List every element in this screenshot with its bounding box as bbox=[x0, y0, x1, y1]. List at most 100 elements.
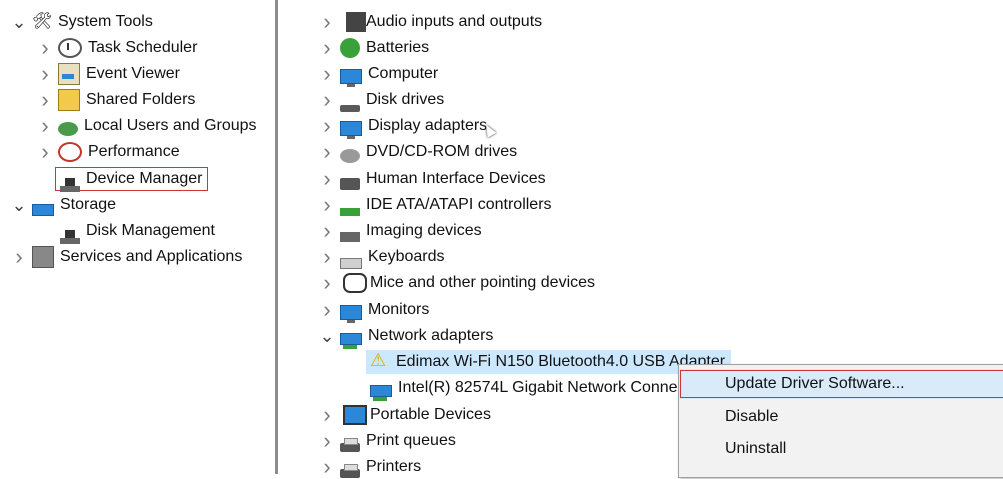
tree-item-storage[interactable]: Storage bbox=[10, 193, 116, 217]
tree-item-shared-folders[interactable]: Shared Folders bbox=[36, 88, 195, 112]
monitor-icon bbox=[340, 304, 362, 323]
device-category-printers[interactable]: Printers bbox=[318, 455, 421, 479]
services-icon bbox=[32, 246, 54, 268]
collapse-chevron-icon[interactable] bbox=[318, 10, 336, 34]
context-menu: Update Driver Software... Disable Uninst… bbox=[678, 364, 1003, 478]
device-category-label: IDE ATA/ATAPI controllers bbox=[366, 196, 552, 213]
tree-item-device-manager[interactable]: Device Manager bbox=[55, 167, 208, 192]
imaging-icon bbox=[340, 232, 360, 242]
device-intel-adapter[interactable]: Intel(R) 82574L Gigabit Network Connecti… bbox=[366, 376, 712, 401]
tools-icon bbox=[32, 11, 52, 32]
performance-icon bbox=[58, 142, 82, 162]
device-category-audio[interactable]: Audio inputs and outputs bbox=[318, 10, 542, 34]
collapse-chevron-icon[interactable] bbox=[318, 36, 336, 60]
audio-icon bbox=[346, 12, 366, 32]
device-category-display-adapters[interactable]: Display adapters bbox=[318, 114, 487, 139]
collapse-chevron-icon[interactable] bbox=[318, 88, 336, 112]
device-category-keyboards[interactable]: Keyboards bbox=[318, 245, 445, 269]
device-category-monitors[interactable]: Monitors bbox=[318, 298, 429, 323]
device-category-label: Print queues bbox=[366, 432, 456, 449]
collapse-chevron-icon[interactable] bbox=[36, 62, 54, 86]
update-driver-software-menu-item[interactable]: Update Driver Software... bbox=[679, 369, 1003, 399]
collapse-chevron-icon[interactable] bbox=[318, 403, 336, 427]
tree-item-system-tools[interactable]: System Tools bbox=[10, 10, 153, 34]
event-viewer-icon bbox=[58, 63, 80, 85]
tree-item-label: Task Scheduler bbox=[88, 39, 198, 56]
keyboard-icon bbox=[340, 257, 362, 269]
device-category-label: Mice and other pointing devices bbox=[370, 274, 596, 291]
device-category-label: Disk drives bbox=[366, 91, 445, 108]
collapse-chevron-icon[interactable] bbox=[318, 62, 336, 86]
tree-item-disk-management[interactable]: Disk Management bbox=[56, 219, 215, 244]
dvd-icon bbox=[340, 149, 360, 163]
device-category-label: Imaging devices bbox=[366, 222, 482, 239]
collapse-chevron-icon[interactable] bbox=[36, 140, 54, 164]
tree-item-local-users[interactable]: Local Users and Groups bbox=[36, 114, 257, 138]
clock-icon bbox=[58, 38, 82, 58]
collapse-chevron-icon[interactable] bbox=[318, 298, 336, 322]
network-icon bbox=[340, 333, 362, 349]
printer-icon bbox=[340, 463, 360, 478]
device-edimax-adapter[interactable]: Edimax Wi-Fi N150 Bluetooth4.0 USB Adapt… bbox=[366, 350, 732, 374]
collapse-chevron-icon[interactable] bbox=[10, 245, 28, 269]
collapse-chevron-icon[interactable] bbox=[318, 271, 336, 295]
expand-chevron-icon[interactable] bbox=[10, 193, 28, 217]
computer-icon bbox=[340, 68, 362, 87]
menu-item-label: Disable bbox=[725, 408, 779, 425]
hid-icon bbox=[340, 178, 360, 190]
tree-item-label: Performance bbox=[88, 143, 180, 160]
tree-item-event-viewer[interactable]: Event Viewer bbox=[36, 62, 180, 86]
expand-chevron-icon[interactable] bbox=[10, 10, 28, 34]
tree-item-label: Services and Applications bbox=[60, 248, 243, 265]
device-category-imaging[interactable]: Imaging devices bbox=[318, 219, 482, 243]
display-adapter-icon bbox=[340, 120, 362, 139]
device-category-hid[interactable]: Human Interface Devices bbox=[318, 167, 546, 191]
printer-icon bbox=[340, 437, 360, 452]
storage-icon bbox=[32, 204, 54, 216]
expand-chevron-icon[interactable] bbox=[318, 324, 336, 348]
device-category-label: Audio inputs and outputs bbox=[366, 13, 543, 30]
collapse-chevron-icon[interactable] bbox=[318, 219, 336, 243]
uninstall-menu-item[interactable]: Uninstall bbox=[679, 434, 1003, 464]
collapse-chevron-icon[interactable] bbox=[318, 114, 336, 138]
portable-device-icon bbox=[343, 405, 367, 425]
tree-item-label: Storage bbox=[60, 196, 117, 213]
menu-item-label: Update Driver Software... bbox=[725, 375, 905, 392]
collapse-chevron-icon[interactable] bbox=[318, 140, 336, 164]
network-icon bbox=[370, 385, 392, 401]
battery-icon bbox=[340, 38, 360, 58]
collapse-chevron-icon[interactable] bbox=[36, 88, 54, 112]
device-label: Edimax Wi-Fi N150 Bluetooth4.0 USB Adapt… bbox=[396, 353, 726, 370]
mouse-icon bbox=[343, 273, 367, 293]
device-category-dvd[interactable]: DVD/CD-ROM drives bbox=[318, 140, 517, 164]
collapse-chevron-icon[interactable] bbox=[318, 455, 336, 479]
collapse-chevron-icon[interactable] bbox=[36, 114, 54, 138]
tree-item-services-applications[interactable]: Services and Applications bbox=[10, 245, 242, 269]
tree-item-label: Disk Management bbox=[86, 222, 215, 239]
collapse-chevron-icon[interactable] bbox=[36, 36, 54, 60]
device-category-print-queues[interactable]: Print queues bbox=[318, 429, 456, 453]
device-category-mice[interactable]: Mice and other pointing devices bbox=[318, 271, 595, 295]
warning-network-icon bbox=[370, 350, 390, 372]
disable-menu-item[interactable]: Disable bbox=[679, 402, 1003, 432]
users-icon bbox=[58, 122, 78, 136]
device-category-label: Printers bbox=[366, 458, 422, 475]
collapse-chevron-icon[interactable] bbox=[318, 193, 336, 217]
collapse-chevron-icon[interactable] bbox=[318, 429, 336, 453]
tree-item-task-scheduler[interactable]: Task Scheduler bbox=[36, 36, 197, 60]
device-category-disk-drives[interactable]: Disk drives bbox=[318, 88, 444, 112]
device-category-label: Portable Devices bbox=[370, 406, 491, 423]
device-category-portable[interactable]: Portable Devices bbox=[318, 403, 491, 427]
device-category-ide[interactable]: IDE ATA/ATAPI controllers bbox=[318, 193, 552, 217]
collapse-chevron-icon[interactable] bbox=[318, 167, 336, 191]
device-label: Intel(R) 82574L Gigabit Network Connecti… bbox=[398, 379, 712, 396]
tree-item-label: System Tools bbox=[58, 13, 153, 30]
tree-item-performance[interactable]: Performance bbox=[36, 140, 180, 164]
tree-item-label: Event Viewer bbox=[86, 65, 180, 82]
device-category-label: Keyboards bbox=[368, 248, 445, 265]
device-category-label: Network adapters bbox=[368, 327, 494, 344]
device-category-network-adapters[interactable]: Network adapters bbox=[318, 324, 494, 349]
device-category-computer[interactable]: Computer bbox=[318, 62, 438, 87]
collapse-chevron-icon[interactable] bbox=[318, 245, 336, 269]
device-category-batteries[interactable]: Batteries bbox=[318, 36, 429, 60]
